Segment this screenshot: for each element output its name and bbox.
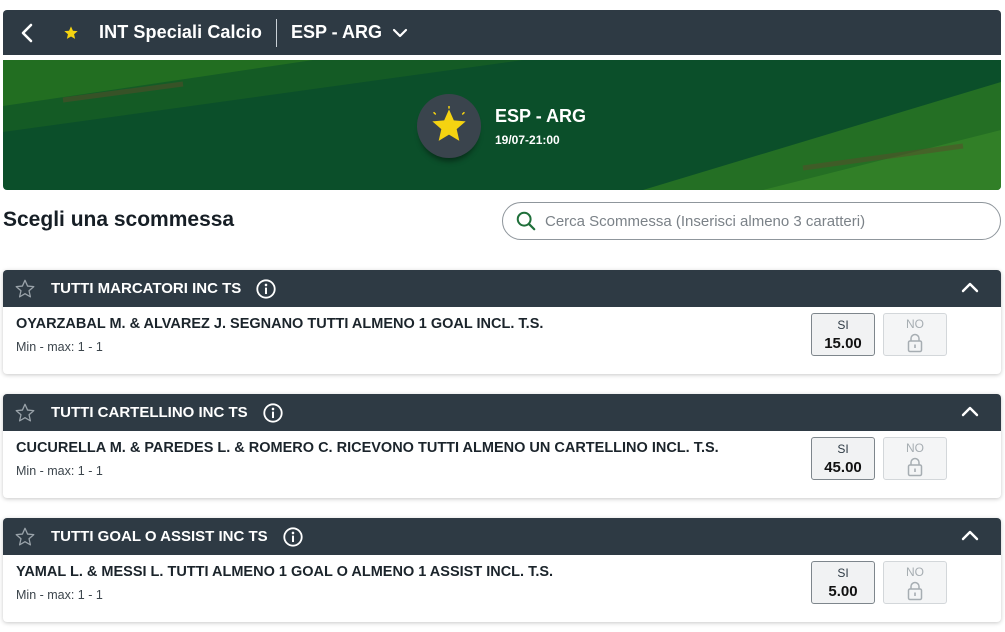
odd-si-value: 5.00 xyxy=(828,582,858,600)
chevron-down-icon xyxy=(392,28,408,37)
event-emblem xyxy=(417,94,481,158)
search-input[interactable] xyxy=(545,212,985,230)
market-card: TUTTI GOAL O ASSIST INC TS YAMAL L. & ME… xyxy=(3,518,1001,622)
event-selector[interactable]: ESP - ARG xyxy=(291,22,408,43)
odd-no-button: NO xyxy=(883,561,947,604)
market-header: TUTTI CARTELLINO INC TS xyxy=(3,394,1001,431)
odd-si-label: SI xyxy=(837,441,849,456)
search-box[interactable] xyxy=(502,202,1001,240)
top-bar: INT Speciali Calcio ESP - ARG xyxy=(3,10,1001,55)
selection-minmax: Min - max: 1 - 1 xyxy=(16,340,103,354)
search-icon xyxy=(516,211,536,231)
market-header: TUTTI GOAL O ASSIST INC TS xyxy=(3,518,1001,555)
info-icon[interactable] xyxy=(255,278,277,300)
selection-minmax: Min - max: 1 - 1 xyxy=(16,464,103,478)
odd-no-button: NO xyxy=(883,437,947,480)
odd-no-label: NO xyxy=(906,316,924,331)
lock-icon xyxy=(907,457,923,477)
chevron-left-icon xyxy=(21,23,33,42)
page-title: Scegli una scommessa xyxy=(3,208,235,231)
info-icon[interactable] xyxy=(282,526,304,548)
market-header: TUTTI MARCATORI INC TS xyxy=(3,270,1001,307)
chevron-up-icon[interactable] xyxy=(961,404,979,422)
selection-name: CUCURELLA M. & PAREDES L. & ROMERO C. RI… xyxy=(16,440,719,456)
selection-row: YAMAL L. & MESSI L. TUTTI ALMENO 1 GOAL … xyxy=(3,555,1001,622)
divider xyxy=(275,18,277,47)
favorite-star-icon[interactable] xyxy=(14,402,38,424)
event-banner: ESP - ARG 19/07-21:00 xyxy=(3,60,1001,190)
odd-no-label: NO xyxy=(906,564,924,579)
back-button[interactable] xyxy=(3,10,51,55)
odd-no-label: NO xyxy=(906,440,924,455)
event-selector-label: ESP - ARG xyxy=(290,22,382,42)
market-card: TUTTI CARTELLINO INC TS CUCURELLA M. & P… xyxy=(3,394,1001,498)
market-card: TUTTI MARCATORI INC TS OYARZABAL M. & AL… xyxy=(3,270,1001,374)
competition-star-icon xyxy=(63,25,85,41)
market-title: TUTTI CARTELLINO INC TS xyxy=(51,404,248,421)
chevron-up-icon[interactable] xyxy=(961,280,979,298)
event-name: ESP - ARG xyxy=(495,106,587,126)
odd-si-label: SI xyxy=(837,565,849,580)
odd-no-button: NO xyxy=(883,313,947,356)
selection-row: CUCURELLA M. & PAREDES L. & ROMERO C. RI… xyxy=(3,431,1001,498)
selection-name: YAMAL L. & MESSI L. TUTTI ALMENO 1 GOAL … xyxy=(16,564,554,580)
market-title: TUTTI GOAL O ASSIST INC TS xyxy=(51,528,268,545)
odd-si-label: SI xyxy=(837,317,849,332)
chevron-up-icon[interactable] xyxy=(961,528,979,546)
selection-row: OYARZABAL M. & ALVAREZ J. SEGNANO TUTTI … xyxy=(3,307,1001,374)
odd-si-value: 15.00 xyxy=(824,334,862,352)
lock-icon xyxy=(907,581,923,601)
selection-minmax: Min - max: 1 - 1 xyxy=(16,588,103,602)
event-datetime: 19/07-21:00 xyxy=(495,133,560,147)
competition-title: INT Speciali Calcio xyxy=(99,22,262,42)
odd-si-value: 45.00 xyxy=(824,458,862,476)
info-icon[interactable] xyxy=(262,402,284,424)
odd-si-button[interactable]: SI 15.00 xyxy=(811,313,875,356)
selection-name: OYARZABAL M. & ALVAREZ J. SEGNANO TUTTI … xyxy=(16,316,544,332)
lock-icon xyxy=(907,333,923,353)
odd-si-button[interactable]: SI 5.00 xyxy=(811,561,875,604)
event-info: ESP - ARG 19/07-21:00 xyxy=(495,106,586,147)
star-icon xyxy=(432,106,466,141)
market-title: TUTTI MARCATORI INC TS xyxy=(51,280,242,297)
favorite-star-icon[interactable] xyxy=(14,526,38,548)
odd-si-button[interactable]: SI 45.00 xyxy=(811,437,875,480)
favorite-star-icon[interactable] xyxy=(14,278,38,300)
